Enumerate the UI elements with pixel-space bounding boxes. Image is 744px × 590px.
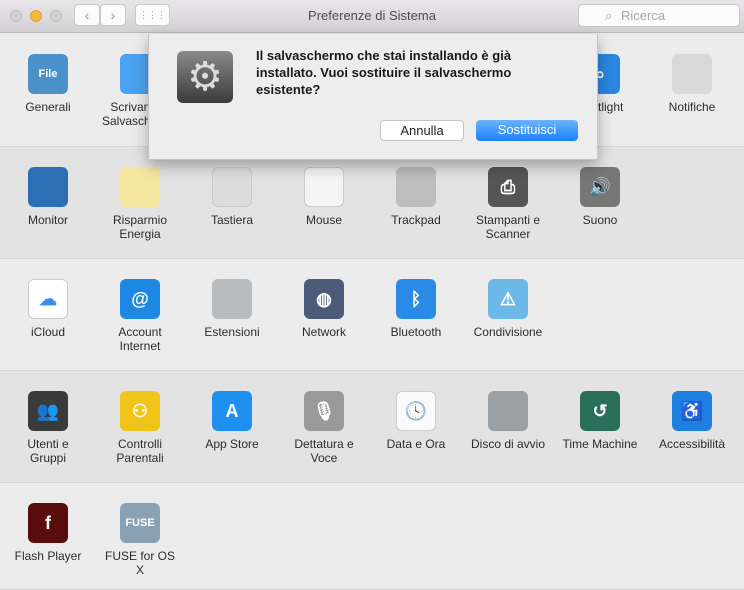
notifications-icon <box>672 54 712 94</box>
pref-pane-label: Suono <box>582 213 618 227</box>
icloud-icon: ☁ <box>28 279 68 319</box>
pref-pane-label: Disco di avvio <box>470 437 546 451</box>
pref-pane-clock[interactable]: 🕓 Data e Ora <box>370 391 462 451</box>
pref-pane-label: Risparmio Energia <box>112 213 167 241</box>
pref-pane-fuse[interactable]: FUSE FUSE for OS X <box>94 503 186 577</box>
preference-section: 👥 Utenti e Gruppi ⚇ Controlli Parentali A App… <box>0 371 744 483</box>
pref-pane-label: Flash Player <box>14 549 82 563</box>
lightbulb-icon <box>120 167 160 207</box>
pref-pane-flash[interactable]: f Flash Player <box>2 503 94 563</box>
pref-pane-timemachine[interactable]: ↺ Time Machine <box>554 391 646 451</box>
clock-icon: 🕓 <box>396 391 436 431</box>
pref-pane-sharing-folder[interactable]: ⚠ Condivisione <box>462 279 554 339</box>
dialog-message: Il salvaschermo che stai installando è g… <box>256 48 512 97</box>
replace-screensaver-dialog: ⚙ Il salvaschermo che stai installando è… <box>148 34 598 160</box>
system-preferences-gear-icon: ⚙ <box>177 51 233 103</box>
title-bar: ‹ › ⋮⋮⋮ Preferenze di Sistema ⌕ Ricerca <box>0 0 744 33</box>
pref-pane-label: Stampanti e Scanner <box>475 213 541 241</box>
pref-pane-disk[interactable]: Disco di avvio <box>462 391 554 451</box>
pref-pane-label: Controlli Parentali <box>116 437 164 465</box>
pref-pane-keyboard[interactable]: Tastiera <box>186 167 278 227</box>
pref-pane-mouse[interactable]: Mouse <box>278 167 370 227</box>
mouse-icon <box>304 167 344 207</box>
pref-pane-label: Trackpad <box>391 213 441 227</box>
at-icon: @ <box>120 279 160 319</box>
preference-section: f Flash Player FUSE FUSE for OS X <box>0 483 744 590</box>
speaker-icon: 🔊 <box>580 167 620 207</box>
accessibility-icon: ♿ <box>672 391 712 431</box>
pref-pane-label: Estensioni <box>204 325 260 339</box>
pref-pane-at[interactable]: @ Account Internet <box>94 279 186 353</box>
pref-pane-notifications[interactable]: Notifiche <box>646 54 738 114</box>
pref-pane-bluetooth[interactable]: ᛒ Bluetooth <box>370 279 462 339</box>
pref-pane-label: FUSE for OS X <box>104 549 175 577</box>
pref-pane-label: Time Machine <box>562 437 638 451</box>
pref-pane-general[interactable]: File Generali <box>2 54 94 114</box>
pref-pane-label: Utenti e Gruppi <box>27 437 69 465</box>
cancel-button[interactable]: Annulla <box>380 120 464 141</box>
pref-pane-label: Network <box>301 325 346 339</box>
keyboard-icon <box>212 167 252 207</box>
timemachine-icon: ↺ <box>580 391 620 431</box>
users-icon: 👥 <box>28 391 68 431</box>
search-icon: ⌕ <box>605 8 613 23</box>
pref-pane-label: iCloud <box>30 325 66 339</box>
microphone-icon: 🎙 <box>304 391 344 431</box>
flash-icon: f <box>28 503 68 543</box>
pref-pane-monitor[interactable]: Monitor <box>2 167 94 227</box>
pref-pane-label: Data e Ora <box>386 437 446 451</box>
appstore-icon: A <box>212 391 252 431</box>
pref-pane-label: Account Internet <box>118 325 162 353</box>
pref-pane-label: Monitor <box>27 213 68 227</box>
pref-pane-lightbulb[interactable]: Risparmio Energia <box>94 167 186 241</box>
preference-section: Monitor Risparmio Energia Tastiera Mouse Tra… <box>0 147 744 259</box>
pref-pane-accessibility[interactable]: ♿ Accessibilità <box>646 391 738 451</box>
pref-pane-label: Notifiche <box>668 100 716 114</box>
general-icon: File <box>28 54 68 94</box>
pref-pane-microphone[interactable]: 🎙 Dettatura e Voce <box>278 391 370 465</box>
sharing-folder-icon: ⚠ <box>488 279 528 319</box>
pref-pane-label: App Store <box>205 437 259 451</box>
pref-pane-speaker[interactable]: 🔊 Suono <box>554 167 646 227</box>
disk-icon <box>488 391 528 431</box>
pref-pane-label: Tastiera <box>210 213 254 227</box>
replace-button[interactable]: Sostituisci <box>476 120 578 141</box>
search-placeholder: Ricerca <box>621 8 666 23</box>
pref-pane-icloud[interactable]: ☁ iCloud <box>2 279 94 339</box>
puzzle-icon <box>212 279 252 319</box>
pref-pane-label: Dettatura e Voce <box>294 437 354 465</box>
pref-pane-parental[interactable]: ⚇ Controlli Parentali <box>94 391 186 465</box>
pref-pane-label: Accessibilità <box>658 437 726 451</box>
pref-pane-appstore[interactable]: A App Store <box>186 391 278 451</box>
pref-pane-globe[interactable]: ◍ Network <box>278 279 370 339</box>
preference-section: ☁ iCloud @ Account Internet Estensioni ◍ Netwo… <box>0 259 744 371</box>
pref-pane-label: Generali <box>25 100 71 114</box>
pref-pane-label: Mouse <box>305 213 343 227</box>
parental-icon: ⚇ <box>120 391 160 431</box>
pref-pane-puzzle[interactable]: Estensioni <box>186 279 278 339</box>
fuse-icon: FUSE <box>120 503 160 543</box>
monitor-icon <box>28 167 68 207</box>
pref-pane-label: Bluetooth <box>390 325 442 339</box>
pref-pane-printer[interactable]: ⎙ Stampanti e Scanner <box>462 167 554 241</box>
bluetooth-icon: ᛒ <box>396 279 436 319</box>
trackpad-icon <box>396 167 436 207</box>
search-input[interactable]: ⌕ Ricerca <box>578 4 740 27</box>
pref-pane-users[interactable]: 👥 Utenti e Gruppi <box>2 391 94 465</box>
pref-pane-label: Condivisione <box>473 325 543 339</box>
pref-pane-trackpad[interactable]: Trackpad <box>370 167 462 227</box>
printer-icon: ⎙ <box>488 167 528 207</box>
globe-icon: ◍ <box>304 279 344 319</box>
